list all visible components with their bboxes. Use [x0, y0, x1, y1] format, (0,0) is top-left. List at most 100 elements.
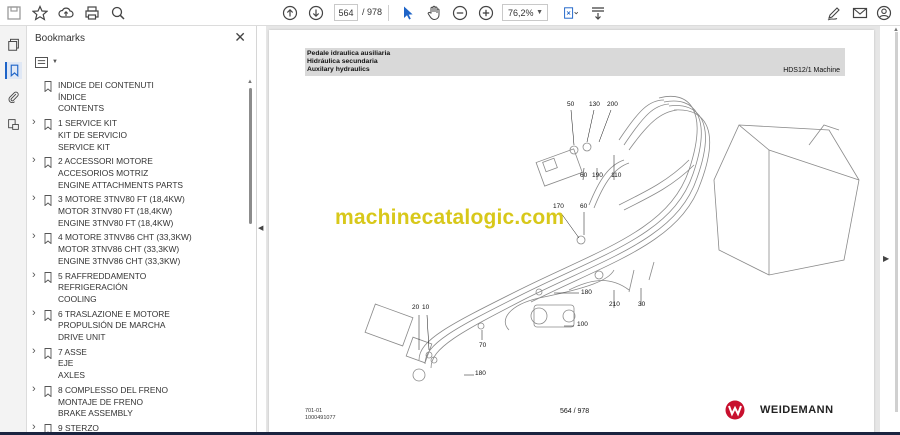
bookmark-label: 1 SERVICE KIT	[58, 118, 117, 129]
attachments-icon[interactable]	[5, 88, 22, 105]
bookmark-item[interactable]: INDICE DEI CONTENUTI ÍNDICE CONTENTS	[27, 80, 245, 115]
star-icon[interactable]	[30, 3, 50, 23]
bookmark-item[interactable]: › 2 ACCESSORI MOTORE ACCESORIOS MOTRIZ ENGI…	[27, 154, 245, 191]
expand-chevron-icon[interactable]: ›	[32, 192, 36, 204]
chevron-down-icon: ▼	[52, 59, 58, 65]
bookmark-flag-icon	[44, 195, 52, 207]
select-cursor-icon[interactable]	[398, 3, 418, 23]
cloud-upload-icon[interactable]	[56, 3, 76, 23]
bookmarks-panel-icon[interactable]	[5, 62, 22, 79]
part-label: 180	[581, 289, 592, 296]
bookmark-item[interactable]: › 8 COMPLESSO DEL FRENO MONTAJE DE FRENO BR…	[27, 383, 245, 420]
collapse-panel-icon[interactable]: ◀	[258, 224, 263, 232]
expand-chevron-icon[interactable]: ›	[32, 116, 36, 128]
bookmark-label: ENGINE 3TNV86 CHT (33,3KW)	[58, 255, 181, 266]
page-thumbnails-icon[interactable]	[5, 36, 22, 53]
expand-chevron-icon[interactable]: ›	[32, 383, 36, 395]
bookmark-item[interactable]: › 4 MOTORE 3TNV86 CHT (33,3KW) MOTOR 3TNV8…	[27, 230, 245, 267]
expand-chevron-icon[interactable]: ›	[32, 307, 36, 319]
bookmark-flag-icon	[44, 81, 52, 92]
document-scrollbar[interactable]	[895, 32, 898, 412]
bookmark-label: PROPULSIÓN DE MARCHA	[58, 320, 166, 331]
bookmark-item[interactable]: › 5 RAFFREDDAMENTO REFRIGERACIÓN COOLING	[27, 269, 245, 306]
page-fit-icon[interactable]	[558, 3, 584, 23]
weidemann-logo-icon	[725, 400, 745, 420]
bookmark-item[interactable]: › 3 MOTORE 3TNV80 FT (18,4KW) MOTOR 3TNV80…	[27, 192, 245, 229]
bookmark-options-button[interactable]: ▼	[35, 54, 61, 70]
brand-name: WEIDEMANN	[760, 404, 834, 416]
bookmark-label: DRIVE UNIT	[58, 332, 106, 343]
zoom-in-icon[interactable]	[476, 3, 496, 23]
bookmark-scrollbar[interactable]	[249, 88, 252, 224]
page-total: / 978	[362, 7, 383, 17]
panel-title: Bookmarks	[35, 33, 86, 44]
tags-icon[interactable]	[5, 116, 22, 133]
part-label: 110	[611, 172, 622, 179]
zoom-out-icon[interactable]	[450, 3, 470, 23]
toolbar-divider	[388, 5, 389, 21]
mail-icon[interactable]	[850, 3, 870, 23]
footer-code: 701-01	[305, 408, 323, 414]
bookmark-list: INDICE DEI CONTENUTI ÍNDICE CONTENTS › 1 SER…	[27, 80, 245, 435]
part-label: 50	[567, 101, 575, 108]
footer-page-number: 564 / 978	[560, 408, 590, 415]
bookmark-label: 3 MOTORE 3TNV80 FT (18,4KW)	[58, 194, 185, 205]
scroll-up-icon[interactable]: ▲	[247, 79, 253, 85]
next-page-icon[interactable]	[306, 3, 326, 23]
save-icon[interactable]	[4, 3, 24, 23]
part-label: 20	[412, 304, 420, 311]
expand-chevron-icon[interactable]: ›	[32, 345, 36, 357]
bookmark-item[interactable]: › 7 ASSE EJE AXLES	[27, 345, 245, 382]
account-icon[interactable]	[874, 3, 894, 23]
bookmark-flag-icon	[44, 347, 52, 359]
part-label: 210	[609, 301, 620, 308]
watermark-text: machinecatalogic.com	[335, 206, 565, 229]
bookmark-flag-icon	[44, 157, 52, 169]
expand-right-panel-icon[interactable]: ▶	[883, 254, 889, 263]
part-label: 180	[475, 370, 486, 377]
bookmark-label: KIT DE SERVICIO	[58, 129, 128, 140]
bookmark-label: MOTOR 3TNV80 FT (18,4KW)	[58, 206, 173, 217]
bookmark-label: MONTAJE DE FRENO	[58, 396, 143, 407]
search-icon[interactable]	[108, 3, 128, 23]
print-icon[interactable]	[82, 3, 102, 23]
part-label: 200	[607, 101, 618, 108]
pdf-page: Pedale idraulica ausiliaria Hidráulica s…	[269, 30, 874, 435]
part-label: 60	[580, 203, 588, 210]
previous-page-icon[interactable]	[280, 3, 300, 23]
part-label: 60	[580, 172, 588, 179]
bookmark-label: 7 ASSE	[58, 346, 87, 357]
main-toolbar: 564 / 978 76,2% ▼	[0, 0, 900, 26]
zoom-select[interactable]: 76,2% ▼	[502, 4, 548, 21]
expand-chevron-icon[interactable]: ›	[32, 269, 36, 281]
bookmark-label: 6 TRASLAZIONE E MOTORE	[58, 308, 170, 319]
chevron-down-icon: ▼	[536, 9, 543, 16]
bookmark-label: AXLES	[58, 370, 86, 381]
bookmark-label: CONTENTS	[58, 103, 105, 114]
expand-chevron-icon[interactable]: ›	[32, 230, 36, 242]
bookmark-label: 2 ACCESSORI MOTORE	[58, 156, 153, 167]
bookmark-label: ÍNDICE	[58, 91, 87, 102]
close-icon[interactable]: ✕	[234, 29, 246, 46]
hand-tool-icon[interactable]	[424, 3, 444, 23]
bookmark-label: INDICE DEI CONTENUTI	[58, 80, 154, 90]
part-label: 70	[479, 342, 487, 349]
expand-chevron-icon[interactable]: ›	[32, 154, 36, 166]
bookmark-flag-icon	[44, 119, 52, 131]
fill-sign-icon[interactable]	[824, 3, 844, 23]
list-options-icon	[35, 56, 48, 68]
bookmark-label: 8 COMPLESSO DEL FRENO	[58, 384, 168, 395]
bookmark-label: REFRIGERACIÓN	[58, 282, 128, 293]
left-navigation-rail	[0, 26, 27, 435]
bookmark-label: ACCESORIOS MOTRIZ	[58, 167, 149, 178]
bookmark-label: ENGINE 3TNV80 FT (18,4KW)	[58, 217, 174, 228]
bookmark-item[interactable]: › 1 SERVICE KIT KIT DE SERVICIO SERVICE KIT	[27, 116, 245, 153]
bookmark-flag-icon	[44, 233, 52, 245]
footer-code: 1000491077	[305, 415, 336, 421]
part-label: 190	[592, 172, 603, 179]
scroll-mode-icon[interactable]	[588, 3, 608, 23]
bookmark-label: MOTOR 3TNV86 CHT (33,3KW)	[58, 244, 180, 255]
page-number-input[interactable]: 564	[334, 4, 358, 21]
bookmark-flag-icon	[44, 385, 52, 397]
bookmark-item[interactable]: › 6 TRASLAZIONE E MOTORE PROPULSIÓN DE MAR…	[27, 307, 245, 344]
